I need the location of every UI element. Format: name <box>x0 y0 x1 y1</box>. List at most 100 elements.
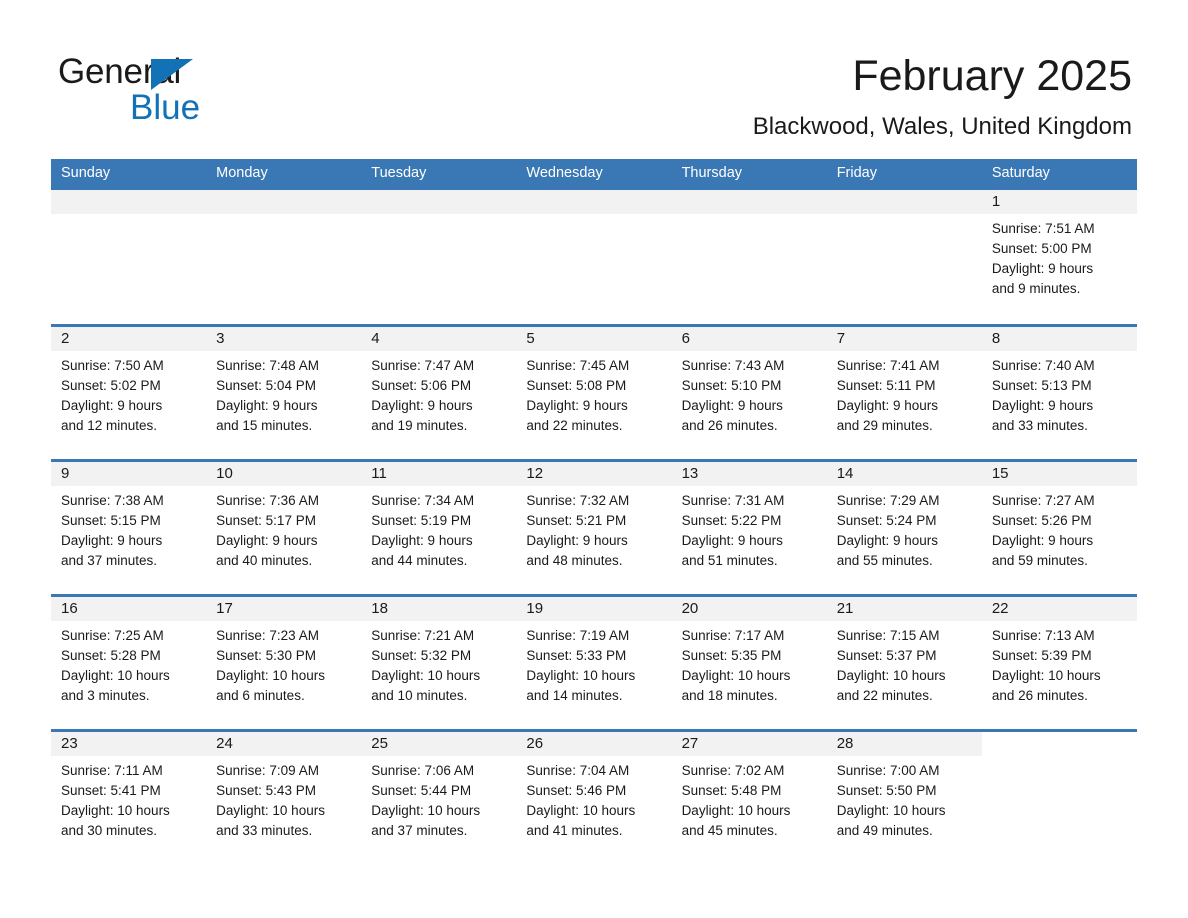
sunset-text: Sunset: 5:46 PM <box>526 783 627 798</box>
day-cell-9[interactable]: 9 Sunrise: 7:38 AM Sunset: 5:15 PM Dayli… <box>51 462 207 594</box>
day-cell-5[interactable]: 5 Sunrise: 7:45 AM Sunset: 5:08 PM Dayli… <box>516 327 672 459</box>
day-cell-3[interactable]: 3 Sunrise: 7:48 AM Sunset: 5:04 PM Dayli… <box>206 327 362 459</box>
daynum-band: 7 <box>826 327 982 351</box>
day-number: 7 <box>836 330 846 347</box>
sunset-text: Sunset: 5:06 PM <box>371 378 472 393</box>
day-cell-13[interactable]: 13 Sunrise: 7:31 AM Sunset: 5:22 PM Dayl… <box>671 462 827 594</box>
daynum-band-empty <box>206 190 362 214</box>
daylight-text-line1: Daylight: 10 hours <box>836 668 946 683</box>
daylight-text-line2: and 22 minutes. <box>526 418 623 433</box>
day-cell-15[interactable]: 15 Sunrise: 7:27 AM Sunset: 5:26 PM Dayl… <box>981 462 1137 594</box>
day-cell-20[interactable]: 20 Sunrise: 7:17 AM Sunset: 5:35 PM Dayl… <box>671 597 827 729</box>
daylight-text-line1: Daylight: 10 hours <box>371 668 481 683</box>
day-cell-empty <box>826 190 982 324</box>
day-info: Sunrise: 7:31 AM Sunset: 5:22 PM Dayligh… <box>672 486 827 571</box>
sunset-text: Sunset: 5:26 PM <box>991 513 1092 528</box>
day-number: 24 <box>216 735 233 752</box>
sunset-text: Sunset: 5:28 PM <box>61 648 161 663</box>
day-cell-10[interactable]: 10 Sunrise: 7:36 AM Sunset: 5:17 PM Dayl… <box>206 462 362 594</box>
sunset-text: Sunset: 5:15 PM <box>61 513 161 528</box>
day-info: Sunrise: 7:50 AM Sunset: 5:02 PM Dayligh… <box>51 351 206 436</box>
day-cell-24[interactable]: 24 Sunrise: 7:09 AM Sunset: 5:43 PM Dayl… <box>206 732 362 860</box>
day-cell-25[interactable]: 25 Sunrise: 7:06 AM Sunset: 5:44 PM Dayl… <box>361 732 517 860</box>
daynum-band-empty <box>671 190 827 214</box>
daylight-text-line1: Daylight: 10 hours <box>836 803 946 818</box>
sunrise-text: Sunrise: 7:11 AM <box>61 763 163 778</box>
day-info: Sunrise: 7:02 AM Sunset: 5:48 PM Dayligh… <box>672 756 827 841</box>
day-cell-14[interactable]: 14 Sunrise: 7:29 AM Sunset: 5:24 PM Dayl… <box>826 462 982 594</box>
day-cell-18[interactable]: 18 Sunrise: 7:21 AM Sunset: 5:32 PM Dayl… <box>361 597 517 729</box>
daylight-text-line1: Daylight: 9 hours <box>371 533 473 548</box>
week-row: 9 Sunrise: 7:38 AM Sunset: 5:15 PM Dayli… <box>51 459 1137 594</box>
day-cell-12[interactable]: 12 Sunrise: 7:32 AM Sunset: 5:21 PM Dayl… <box>516 462 672 594</box>
day-info: Sunrise: 7:43 AM Sunset: 5:10 PM Dayligh… <box>672 351 827 436</box>
daylight-text-line1: Daylight: 9 hours <box>526 533 628 548</box>
daylight-text-line1: Daylight: 9 hours <box>681 533 783 548</box>
day-cell-26[interactable]: 26 Sunrise: 7:04 AM Sunset: 5:46 PM Dayl… <box>516 732 672 860</box>
daylight-text-line2: and 29 minutes. <box>836 418 933 433</box>
day-info: Sunrise: 7:25 AM Sunset: 5:28 PM Dayligh… <box>51 621 206 706</box>
day-number: 5 <box>526 330 535 347</box>
day-number: 14 <box>836 465 854 482</box>
day-cell-27[interactable]: 27 Sunrise: 7:02 AM Sunset: 5:48 PM Dayl… <box>671 732 827 860</box>
title-block: February 2025 Blackwood, Wales, United K… <box>753 50 1132 142</box>
day-cell-21[interactable]: 21 Sunrise: 7:15 AM Sunset: 5:37 PM Dayl… <box>826 597 982 729</box>
daynum-band: 27 <box>671 732 827 756</box>
week-row: 23 Sunrise: 7:11 AM Sunset: 5:41 PM Dayl… <box>51 729 1137 860</box>
day-info: Sunrise: 7:15 AM Sunset: 5:37 PM Dayligh… <box>827 621 982 706</box>
day-cell-1[interactable]: 1 Sunrise: 7:51 AM Sunset: 5:00 PM Dayli… <box>981 190 1137 324</box>
day-info: Sunrise: 7:29 AM Sunset: 5:24 PM Dayligh… <box>827 486 982 571</box>
daylight-text-line2: and 59 minutes. <box>991 553 1088 568</box>
daynum-band: 24 <box>206 732 362 756</box>
sunset-text: Sunset: 5:22 PM <box>681 513 782 528</box>
sunrise-text: Sunrise: 7:21 AM <box>371 628 475 643</box>
daynum-band: 15 <box>981 462 1137 486</box>
daylight-text-line2: and 22 minutes. <box>836 688 933 703</box>
day-info: Sunrise: 7:11 AM Sunset: 5:41 PM Dayligh… <box>51 756 206 841</box>
day-cell-28[interactable]: 28 Sunrise: 7:00 AM Sunset: 5:50 PM Dayl… <box>826 732 982 860</box>
day-info: Sunrise: 7:45 AM Sunset: 5:08 PM Dayligh… <box>516 351 671 436</box>
day-info: Sunrise: 7:48 AM Sunset: 5:04 PM Dayligh… <box>206 351 361 436</box>
day-cell-4[interactable]: 4 Sunrise: 7:47 AM Sunset: 5:06 PM Dayli… <box>361 327 517 459</box>
daylight-text-line2: and 18 minutes. <box>681 688 778 703</box>
day-info: Sunrise: 7:32 AM Sunset: 5:21 PM Dayligh… <box>516 486 671 571</box>
daynum-band: 25 <box>361 732 517 756</box>
sunset-text: Sunset: 5:33 PM <box>526 648 627 663</box>
day-cell-8[interactable]: 8 Sunrise: 7:40 AM Sunset: 5:13 PM Dayli… <box>981 327 1137 459</box>
page-title: February 2025 <box>852 52 1132 100</box>
day-cell-6[interactable]: 6 Sunrise: 7:43 AM Sunset: 5:10 PM Dayli… <box>671 327 827 459</box>
day-cell-empty <box>206 190 362 324</box>
daylight-text-line1: Daylight: 10 hours <box>681 668 791 683</box>
day-info: Sunrise: 7:21 AM Sunset: 5:32 PM Dayligh… <box>361 621 516 706</box>
general-blue-logo[interactable]: General Blue <box>58 52 318 128</box>
weekday-header-wednesday: Wednesday <box>526 165 603 181</box>
daylight-text-line1: Daylight: 9 hours <box>681 398 783 413</box>
day-number: 4 <box>371 330 380 347</box>
day-info: Sunrise: 7:27 AM Sunset: 5:26 PM Dayligh… <box>982 486 1137 571</box>
day-number: 12 <box>526 465 544 482</box>
day-cell-22[interactable]: 22 Sunrise: 7:13 AM Sunset: 5:39 PM Dayl… <box>981 597 1137 729</box>
sunset-text: Sunset: 5:48 PM <box>681 783 782 798</box>
sunrise-text: Sunrise: 7:29 AM <box>836 493 940 508</box>
day-cell-23[interactable]: 23 Sunrise: 7:11 AM Sunset: 5:41 PM Dayl… <box>51 732 207 860</box>
day-cell-11[interactable]: 11 Sunrise: 7:34 AM Sunset: 5:19 PM Dayl… <box>361 462 517 594</box>
daynum-band: 1 <box>981 190 1137 214</box>
day-number: 17 <box>216 600 233 617</box>
day-cell-19[interactable]: 19 Sunrise: 7:19 AM Sunset: 5:33 PM Dayl… <box>516 597 672 729</box>
daynum-band: 12 <box>516 462 672 486</box>
day-cell-17[interactable]: 17 Sunrise: 7:23 AM Sunset: 5:30 PM Dayl… <box>206 597 362 729</box>
daynum-band: 14 <box>826 462 982 486</box>
day-cell-16[interactable]: 16 Sunrise: 7:25 AM Sunset: 5:28 PM Dayl… <box>51 597 207 729</box>
week-row: 1 Sunrise: 7:51 AM Sunset: 5:00 PM Dayli… <box>51 187 1137 324</box>
sunset-text: Sunset: 5:21 PM <box>526 513 627 528</box>
day-cell-7[interactable]: 7 Sunrise: 7:41 AM Sunset: 5:11 PM Dayli… <box>826 327 982 459</box>
day-number: 6 <box>681 330 690 347</box>
day-cell-2[interactable]: 2 Sunrise: 7:50 AM Sunset: 5:02 PM Dayli… <box>51 327 207 459</box>
sunrise-text: Sunrise: 7:23 AM <box>216 628 319 643</box>
daylight-text-line2: and 33 minutes. <box>216 823 313 838</box>
sunset-text: Sunset: 5:44 PM <box>371 783 472 798</box>
day-info: Sunrise: 7:34 AM Sunset: 5:19 PM Dayligh… <box>361 486 516 571</box>
daylight-text-line2: and 55 minutes. <box>836 553 933 568</box>
daynum-band: 6 <box>671 327 827 351</box>
weekday-header-tuesday: Tuesday <box>371 165 427 181</box>
